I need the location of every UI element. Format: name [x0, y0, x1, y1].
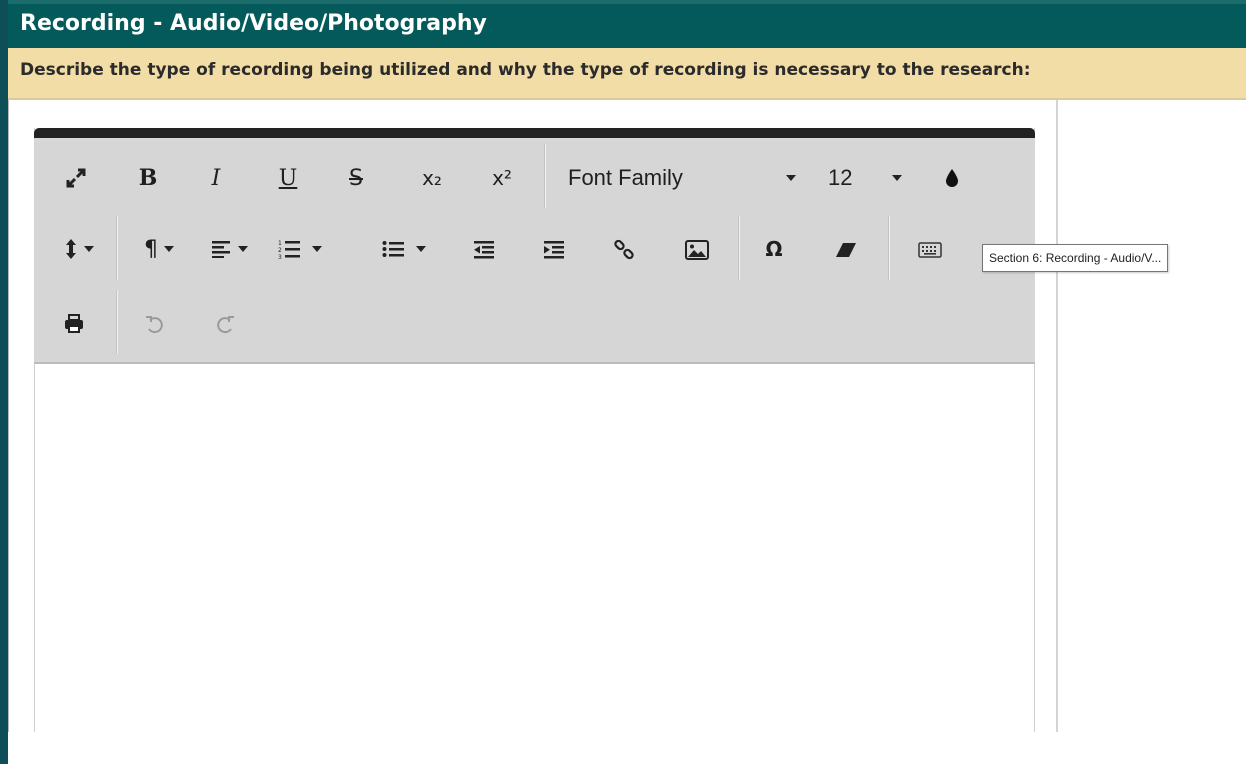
question-label: Describe the type of recording being uti… [20, 60, 1031, 80]
strikethrough-button[interactable]: S [340, 160, 372, 196]
section-title: Recording - Audio/Video/Photography [20, 11, 487, 36]
eraser-icon[interactable] [830, 234, 862, 266]
left-edge-bar [0, 0, 8, 764]
chevron-down-icon [786, 175, 796, 181]
ordered-list-icon[interactable]: 123 [270, 232, 330, 266]
toolbar-separator [738, 216, 740, 280]
superscript-button[interactable]: x² [484, 160, 520, 196]
unordered-list-icon[interactable] [372, 232, 436, 266]
font-family-value: Font Family [568, 165, 683, 190]
undo-icon[interactable] [138, 308, 170, 340]
toolbar-separator [888, 216, 890, 280]
paragraph-icon[interactable]: ¶ [134, 232, 184, 266]
image-icon[interactable] [680, 234, 714, 266]
omega-icon[interactable]: Ω [758, 232, 790, 266]
link-icon[interactable] [608, 234, 640, 266]
line-height-icon[interactable] [54, 232, 104, 266]
subscript-button[interactable]: x₂ [414, 160, 450, 196]
page-bottom [8, 732, 1246, 764]
chevron-down-icon [892, 175, 902, 181]
font-size-select[interactable]: 12 [828, 160, 918, 196]
svg-text:2: 2 [278, 247, 282, 254]
column-divider [1056, 100, 1058, 732]
editor-top-border [34, 128, 1035, 138]
print-icon[interactable] [58, 308, 90, 340]
toolbar-separator [116, 290, 118, 354]
font-family-select[interactable]: Font Family [568, 160, 808, 196]
underline-button[interactable]: U [272, 160, 304, 196]
indent-icon[interactable] [538, 234, 570, 266]
align-icon[interactable] [202, 232, 258, 266]
svg-text:3: 3 [278, 254, 282, 259]
toolbar-separator [116, 216, 118, 280]
bold-button[interactable]: B [132, 160, 164, 196]
svg-text:1: 1 [278, 240, 282, 247]
italic-button[interactable]: I [200, 160, 232, 196]
content-left-border [8, 100, 14, 732]
fullscreen-icon[interactable] [60, 162, 92, 194]
toolbar-separator [544, 144, 546, 208]
section-header: Recording - Audio/Video/Photography [8, 0, 1246, 48]
font-size-value: 12 [828, 165, 853, 190]
editor-toolbar: B I U S x₂ x² Font Family 12 ¶ 123 Ω [34, 138, 1035, 364]
redo-icon[interactable] [210, 308, 242, 340]
outdent-icon[interactable] [468, 234, 500, 266]
keyboard-icon[interactable] [910, 234, 950, 266]
droplet-icon[interactable] [938, 164, 966, 192]
tooltip: Section 6: Recording - Audio/V... [982, 244, 1169, 272]
editor-content-area[interactable] [35, 364, 1034, 732]
question-bar: Describe the type of recording being uti… [8, 48, 1246, 100]
